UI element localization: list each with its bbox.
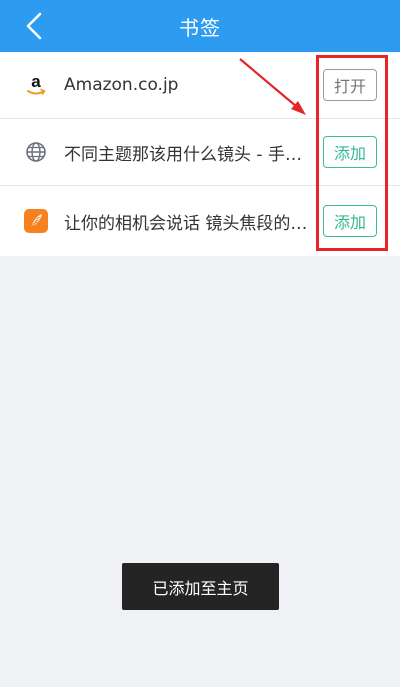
chevron-left-icon (26, 12, 42, 40)
bookmark-row-lens-topics[interactable]: 不同主题那该用什么镜头 - 手… 添加 (0, 119, 400, 186)
svg-text:a: a (31, 72, 41, 91)
amazon-logo-icon: a (23, 72, 49, 98)
add-button[interactable]: 添加 (323, 136, 377, 168)
globe-icon (23, 139, 49, 165)
bookmark-row-amazon[interactable]: a Amazon.co.jp 打开 (0, 52, 400, 119)
open-button[interactable]: 打开 (323, 69, 377, 101)
page-title: 书签 (179, 15, 221, 40)
add-button[interactable]: 添加 (323, 205, 377, 237)
toast-message: 已添加至主页 (122, 563, 279, 610)
bookmark-title: 让你的相机会说话 镜头焦段的… (64, 213, 308, 234)
bookmark-title: 不同主题那该用什么镜头 - 手… (64, 144, 302, 165)
bookmark-title: Amazon.co.jp (64, 75, 179, 95)
bookmark-row-camera-lens[interactable]: 让你的相机会说话 镜头焦段的… 添加 (0, 186, 400, 256)
bookmark-list: a Amazon.co.jp 打开 不同主题那该用什么镜头 - 手… 添加 让你… (0, 52, 400, 256)
back-button[interactable] (16, 8, 52, 44)
header-bar: 书签 (0, 0, 400, 52)
feather-app-icon (23, 208, 49, 234)
